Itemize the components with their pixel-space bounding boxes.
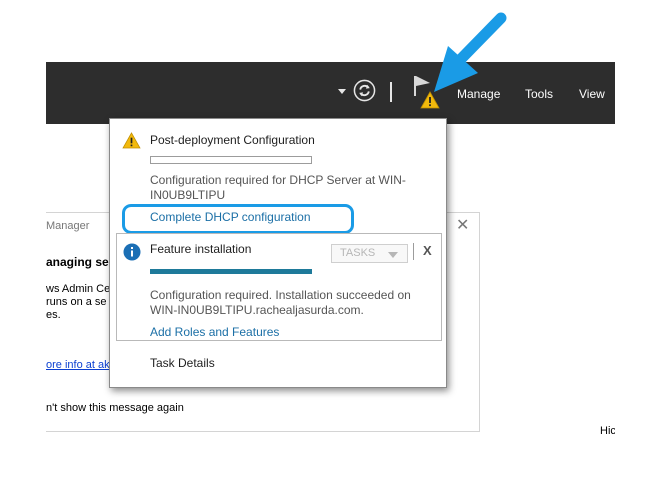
feature-installation-progress [150, 269, 312, 274]
annotation-arrow-icon [434, 12, 507, 92]
feature-installation-message: Configuration required. Installation suc… [150, 288, 411, 302]
header-separator [390, 82, 392, 102]
post-deployment-progress [150, 156, 312, 164]
task-details-link[interactable]: Task Details [150, 356, 215, 370]
close-icon[interactable]: X [423, 243, 432, 258]
feature-installation-title: Feature installation [150, 242, 252, 256]
welcome-line: runs on a se [46, 296, 107, 308]
refresh-icon[interactable] [353, 79, 376, 102]
feature-installation-message: WIN-IN0UB9LTIPU.rachealjasurda.com. [150, 303, 364, 317]
dropdown-caret-icon[interactable] [338, 89, 346, 94]
hide-text[interactable]: Hic [600, 425, 615, 437]
info-icon [123, 243, 141, 261]
welcome-title: Manager [46, 220, 90, 232]
chevron-down-icon [388, 252, 398, 258]
feature-installation-card: Feature installation TASKS X Configurati… [116, 233, 442, 341]
menu-view[interactable]: View [579, 87, 605, 101]
notifications-popup: Post-deployment Configuration Configurat… [109, 118, 447, 388]
tasks-dropdown[interactable]: TASKS [331, 244, 408, 263]
add-roles-features-link[interactable]: Add Roles and Features [150, 325, 279, 339]
post-deployment-message: IN0UB9LTIPU [150, 188, 226, 202]
warning-icon [122, 132, 141, 149]
tasks-label: TASKS [340, 247, 376, 259]
post-deployment-message: Configuration required for DHCP Server a… [150, 173, 406, 187]
welcome-close-icon[interactable]: ✕ [456, 215, 469, 235]
more-info-link[interactable]: ore info at ak [46, 359, 110, 371]
menu-tools[interactable]: Tools [525, 87, 553, 101]
feature-separator [413, 243, 414, 260]
welcome-heading: anaging se [46, 255, 109, 269]
welcome-line: es. [46, 309, 61, 321]
server-manager-header: Manage Tools View [46, 62, 615, 124]
complete-dhcp-configuration-link[interactable]: Complete DHCP configuration [150, 210, 311, 224]
post-deployment-title: Post-deployment Configuration [150, 133, 315, 147]
welcome-line: ws Admin Ce [46, 283, 111, 295]
dont-show-checkbox-label[interactable]: n't show this message again [46, 402, 184, 414]
